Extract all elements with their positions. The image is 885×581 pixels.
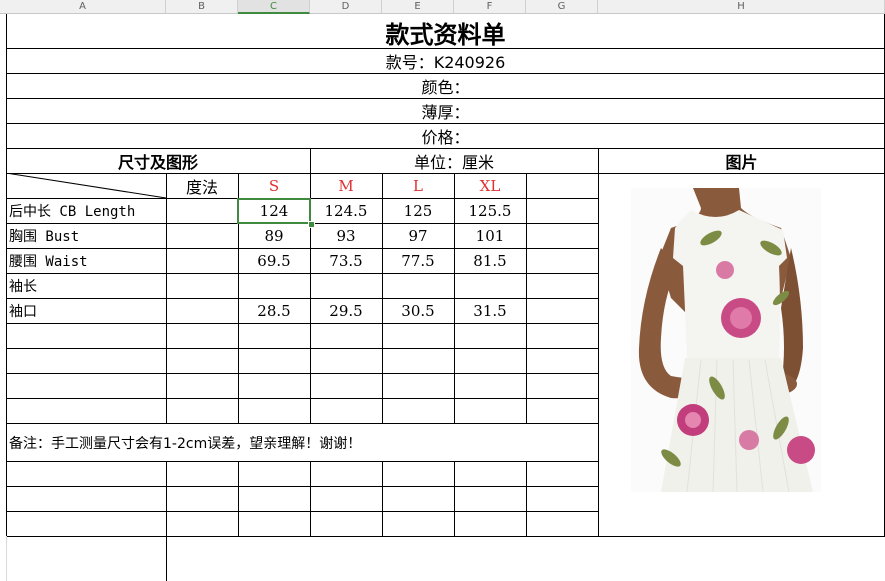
fill-handle[interactable] xyxy=(308,221,315,228)
measurement-label-bust[interactable]: 胸围 Bust xyxy=(6,224,166,248)
grid-line xyxy=(526,173,527,423)
product-photo[interactable] xyxy=(631,188,821,492)
grid-line xyxy=(382,461,383,536)
spreadsheet[interactable]: A B C D E F G H 款式资料单 款号：K240926 颜色： 薄厚：… xyxy=(0,0,885,581)
column-header-e[interactable]: E xyxy=(382,0,454,14)
cell-cb-length-l[interactable]: 125 xyxy=(382,199,454,223)
size-header-s[interactable]: S xyxy=(238,174,310,198)
column-header-b[interactable]: B xyxy=(166,0,238,14)
grid-line xyxy=(238,461,239,536)
column-header-f[interactable]: F xyxy=(454,0,526,14)
cell-waist-l[interactable]: 77.5 xyxy=(382,249,454,273)
column-header-g[interactable]: G xyxy=(526,0,598,14)
grid-line xyxy=(6,348,599,349)
grid-line xyxy=(6,461,599,462)
picture-header[interactable]: 图片 xyxy=(598,149,885,173)
grid-line xyxy=(6,511,599,512)
cell-waist-xl[interactable]: 81.5 xyxy=(454,249,526,273)
corner-diagonal xyxy=(6,173,167,199)
measurement-label-waist[interactable]: 腰围 Waist xyxy=(6,249,166,273)
cell-bust-s[interactable]: 89 xyxy=(238,224,310,248)
unit-header[interactable]: 单位：厘米 xyxy=(310,149,598,173)
grid-line xyxy=(598,173,885,174)
price-field[interactable]: 价格： xyxy=(6,124,885,148)
style-number[interactable]: 款号：K240926 xyxy=(6,49,885,73)
size-header-l[interactable]: L xyxy=(382,174,454,198)
cell-bust-m[interactable]: 93 xyxy=(310,224,382,248)
cell-cuff-s[interactable]: 28.5 xyxy=(238,299,310,323)
measurement-label-cb-length[interactable]: 后中长 CB Length xyxy=(6,199,166,223)
grid-line xyxy=(166,173,167,423)
cell-cb-length-xl[interactable]: 125.5 xyxy=(454,199,526,223)
grid-line xyxy=(6,373,599,374)
grid-line xyxy=(6,536,885,537)
cell-bust-l[interactable]: 97 xyxy=(382,224,454,248)
cell-bust-xl[interactable]: 101 xyxy=(454,224,526,248)
cell-cuff-xl[interactable]: 31.5 xyxy=(454,299,526,323)
column-header-c[interactable]: C xyxy=(238,0,310,14)
column-header-d[interactable]: D xyxy=(310,0,382,14)
column-header-a[interactable]: A xyxy=(0,0,166,14)
cell-cb-length-m[interactable]: 124.5 xyxy=(310,199,382,223)
grid-line xyxy=(526,461,527,536)
cell-cuff-l[interactable]: 30.5 xyxy=(382,299,454,323)
grid-line xyxy=(6,536,7,581)
column-header-h[interactable]: H xyxy=(598,0,885,14)
remark-note[interactable]: 备注：手工测量尺寸会有1-2cm误差，望亲理解！谢谢！ xyxy=(6,424,598,461)
size-header-m[interactable]: M xyxy=(310,174,382,198)
thickness-field[interactable]: 薄厚： xyxy=(6,99,885,123)
grid-line xyxy=(310,461,311,536)
cell-waist-m[interactable]: 73.5 xyxy=(310,249,382,273)
size-header-xl[interactable]: XL xyxy=(454,174,526,198)
dress-illustration xyxy=(631,188,821,492)
size-section-header[interactable]: 尺寸及图形 xyxy=(6,149,310,173)
measurement-label-sleeve-length[interactable]: 袖长 xyxy=(6,274,166,298)
grid-line xyxy=(454,461,455,536)
measurement-label-cuff[interactable]: 袖口 xyxy=(6,299,166,323)
grid-line xyxy=(6,323,599,324)
grid-line xyxy=(6,398,599,399)
cell-cuff-m[interactable]: 29.5 xyxy=(310,299,382,323)
color-field[interactable]: 颜色： xyxy=(6,74,885,98)
grid-line xyxy=(598,148,599,536)
method-header[interactable]: 度法 xyxy=(166,174,238,198)
grid-line xyxy=(6,486,599,487)
sheet-title[interactable]: 款式资料单 xyxy=(6,16,885,49)
grid-line xyxy=(166,461,167,581)
cell-waist-s[interactable]: 69.5 xyxy=(238,249,310,273)
cell-cb-length-s[interactable]: 124 xyxy=(238,199,310,223)
